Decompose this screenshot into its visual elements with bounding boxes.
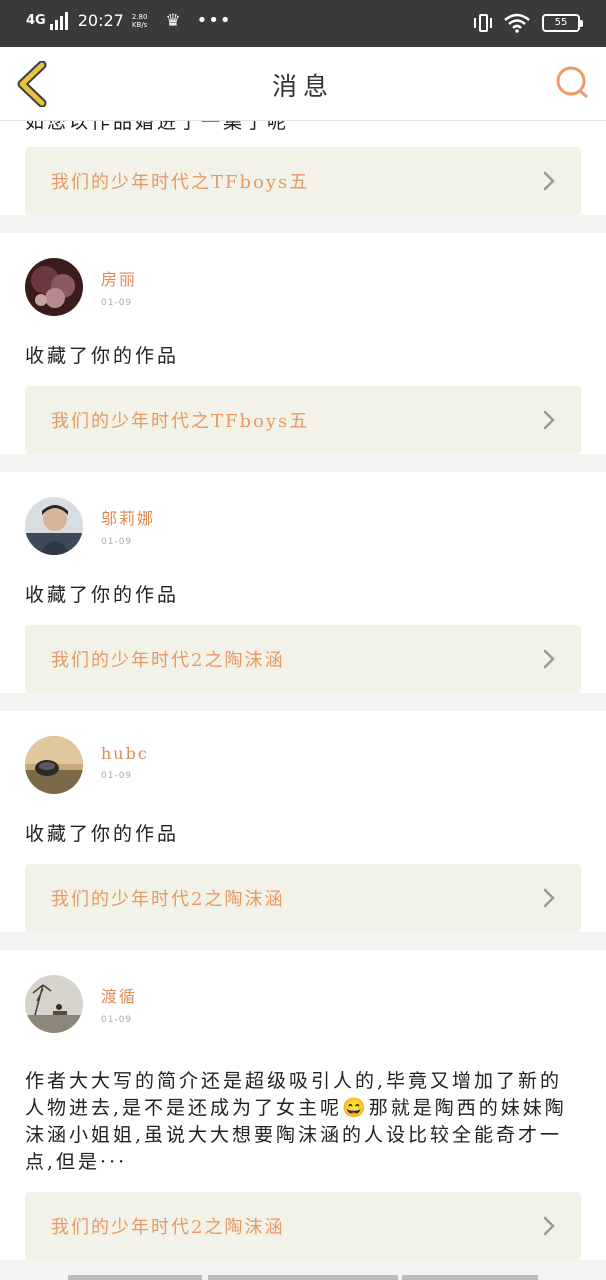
username[interactable]: 渡循 (101, 983, 137, 1007)
message-card: 渡循 01-09 作者大大写的简介还是超级吸引人的,毕竟又增加了新的人物进去,是… (0, 950, 606, 1260)
message-text-content: 如您以作品婚进了一集了呢 (25, 121, 290, 133)
message-card: 邬莉娜 01-09 收藏了你的作品 我们的少年时代2之陶沫涵 (0, 472, 606, 693)
work-link[interactable]: 我们的少年时代之TFboys五 (25, 147, 581, 215)
chevron-right-icon (543, 649, 555, 669)
message-card: 如您以作品婚进了一集了呢 我们的少年时代之TFboys五 (0, 121, 606, 215)
message-card: 房丽 01-09 收藏了你的作品 我们的少年时代之TFboys五 (0, 233, 606, 454)
message-date: 01-09 (101, 537, 133, 547)
message-list: 如您以作品婚进了一集了呢 我们的少年时代之TFboys五 房丽 01-09 收藏… (0, 121, 606, 1278)
message-text: 作者大大写的简介还是超级吸引人的,毕竟又增加了新的人物进去,是不是还成为了女主呢… (25, 1070, 567, 1173)
more-notifications-icon: ••• (196, 10, 232, 31)
battery-icon: 55 (542, 14, 583, 32)
work-title: 我们的少年时代2之陶沫涵 (51, 1217, 285, 1238)
message-text: 收藏了你的作品 (25, 345, 180, 367)
app-header: 消息 (0, 47, 606, 121)
work-link[interactable]: 我们的少年时代之TFboys五 (25, 386, 581, 454)
wifi-icon (504, 13, 530, 33)
avatar[interactable] (25, 258, 83, 316)
network-speed-unit: KB/s (131, 20, 148, 29)
clock: 20:27 (77, 11, 124, 30)
network-type: 4G (26, 13, 46, 28)
chevron-right-icon (543, 1216, 555, 1236)
username[interactable]: 邬莉娜 (101, 505, 155, 529)
message-date: 01-09 (101, 771, 133, 781)
chevron-right-icon (543, 888, 555, 908)
avatar[interactable] (25, 736, 83, 794)
signal-icon (49, 11, 68, 30)
work-link[interactable]: 我们的少年时代2之陶沫涵 (25, 1192, 581, 1260)
search-icon (556, 66, 588, 98)
work-link[interactable]: 我们的少年时代2之陶沫涵 (25, 625, 581, 693)
avatar[interactable] (25, 975, 83, 1033)
work-title: 我们的少年时代之TFboys五 (51, 172, 310, 193)
work-title: 我们的少年时代2之陶沫涵 (51, 650, 285, 671)
message-card: hubc 01-09 收藏了你的作品 我们的少年时代2之陶沫涵 (0, 711, 606, 932)
vibrate-icon (474, 12, 492, 34)
message-date: 01-09 (101, 1015, 133, 1025)
message-date: 01-09 (101, 298, 133, 308)
search-button[interactable] (554, 65, 590, 101)
username[interactable]: hubc (101, 744, 149, 763)
avatar[interactable] (25, 497, 83, 555)
chevron-right-icon (543, 171, 555, 191)
work-link[interactable]: 我们的少年时代2之陶沫涵 (25, 864, 581, 932)
page-title: 消息 (271, 72, 334, 101)
chevron-right-icon (543, 410, 555, 430)
work-title: 我们的少年时代2之陶沫涵 (51, 889, 285, 910)
work-title: 我们的少年时代之TFboys五 (51, 411, 310, 432)
message-text: 收藏了你的作品 (25, 584, 180, 606)
bottom-scroll-indicator (0, 1275, 606, 1280)
status-bar: 4G 20:27 2.80 KB/s ♛ ••• 55 (0, 0, 606, 47)
message-text: 收藏了你的作品 (25, 823, 180, 845)
crown-icon: ♛ (165, 10, 181, 31)
network-speed-value: 2.80 (131, 12, 148, 21)
message-text: 如您以作品婚进了一集了呢 (25, 121, 581, 147)
network-speed: 2.80 KB/s (132, 13, 148, 29)
username[interactable]: 房丽 (101, 266, 137, 290)
